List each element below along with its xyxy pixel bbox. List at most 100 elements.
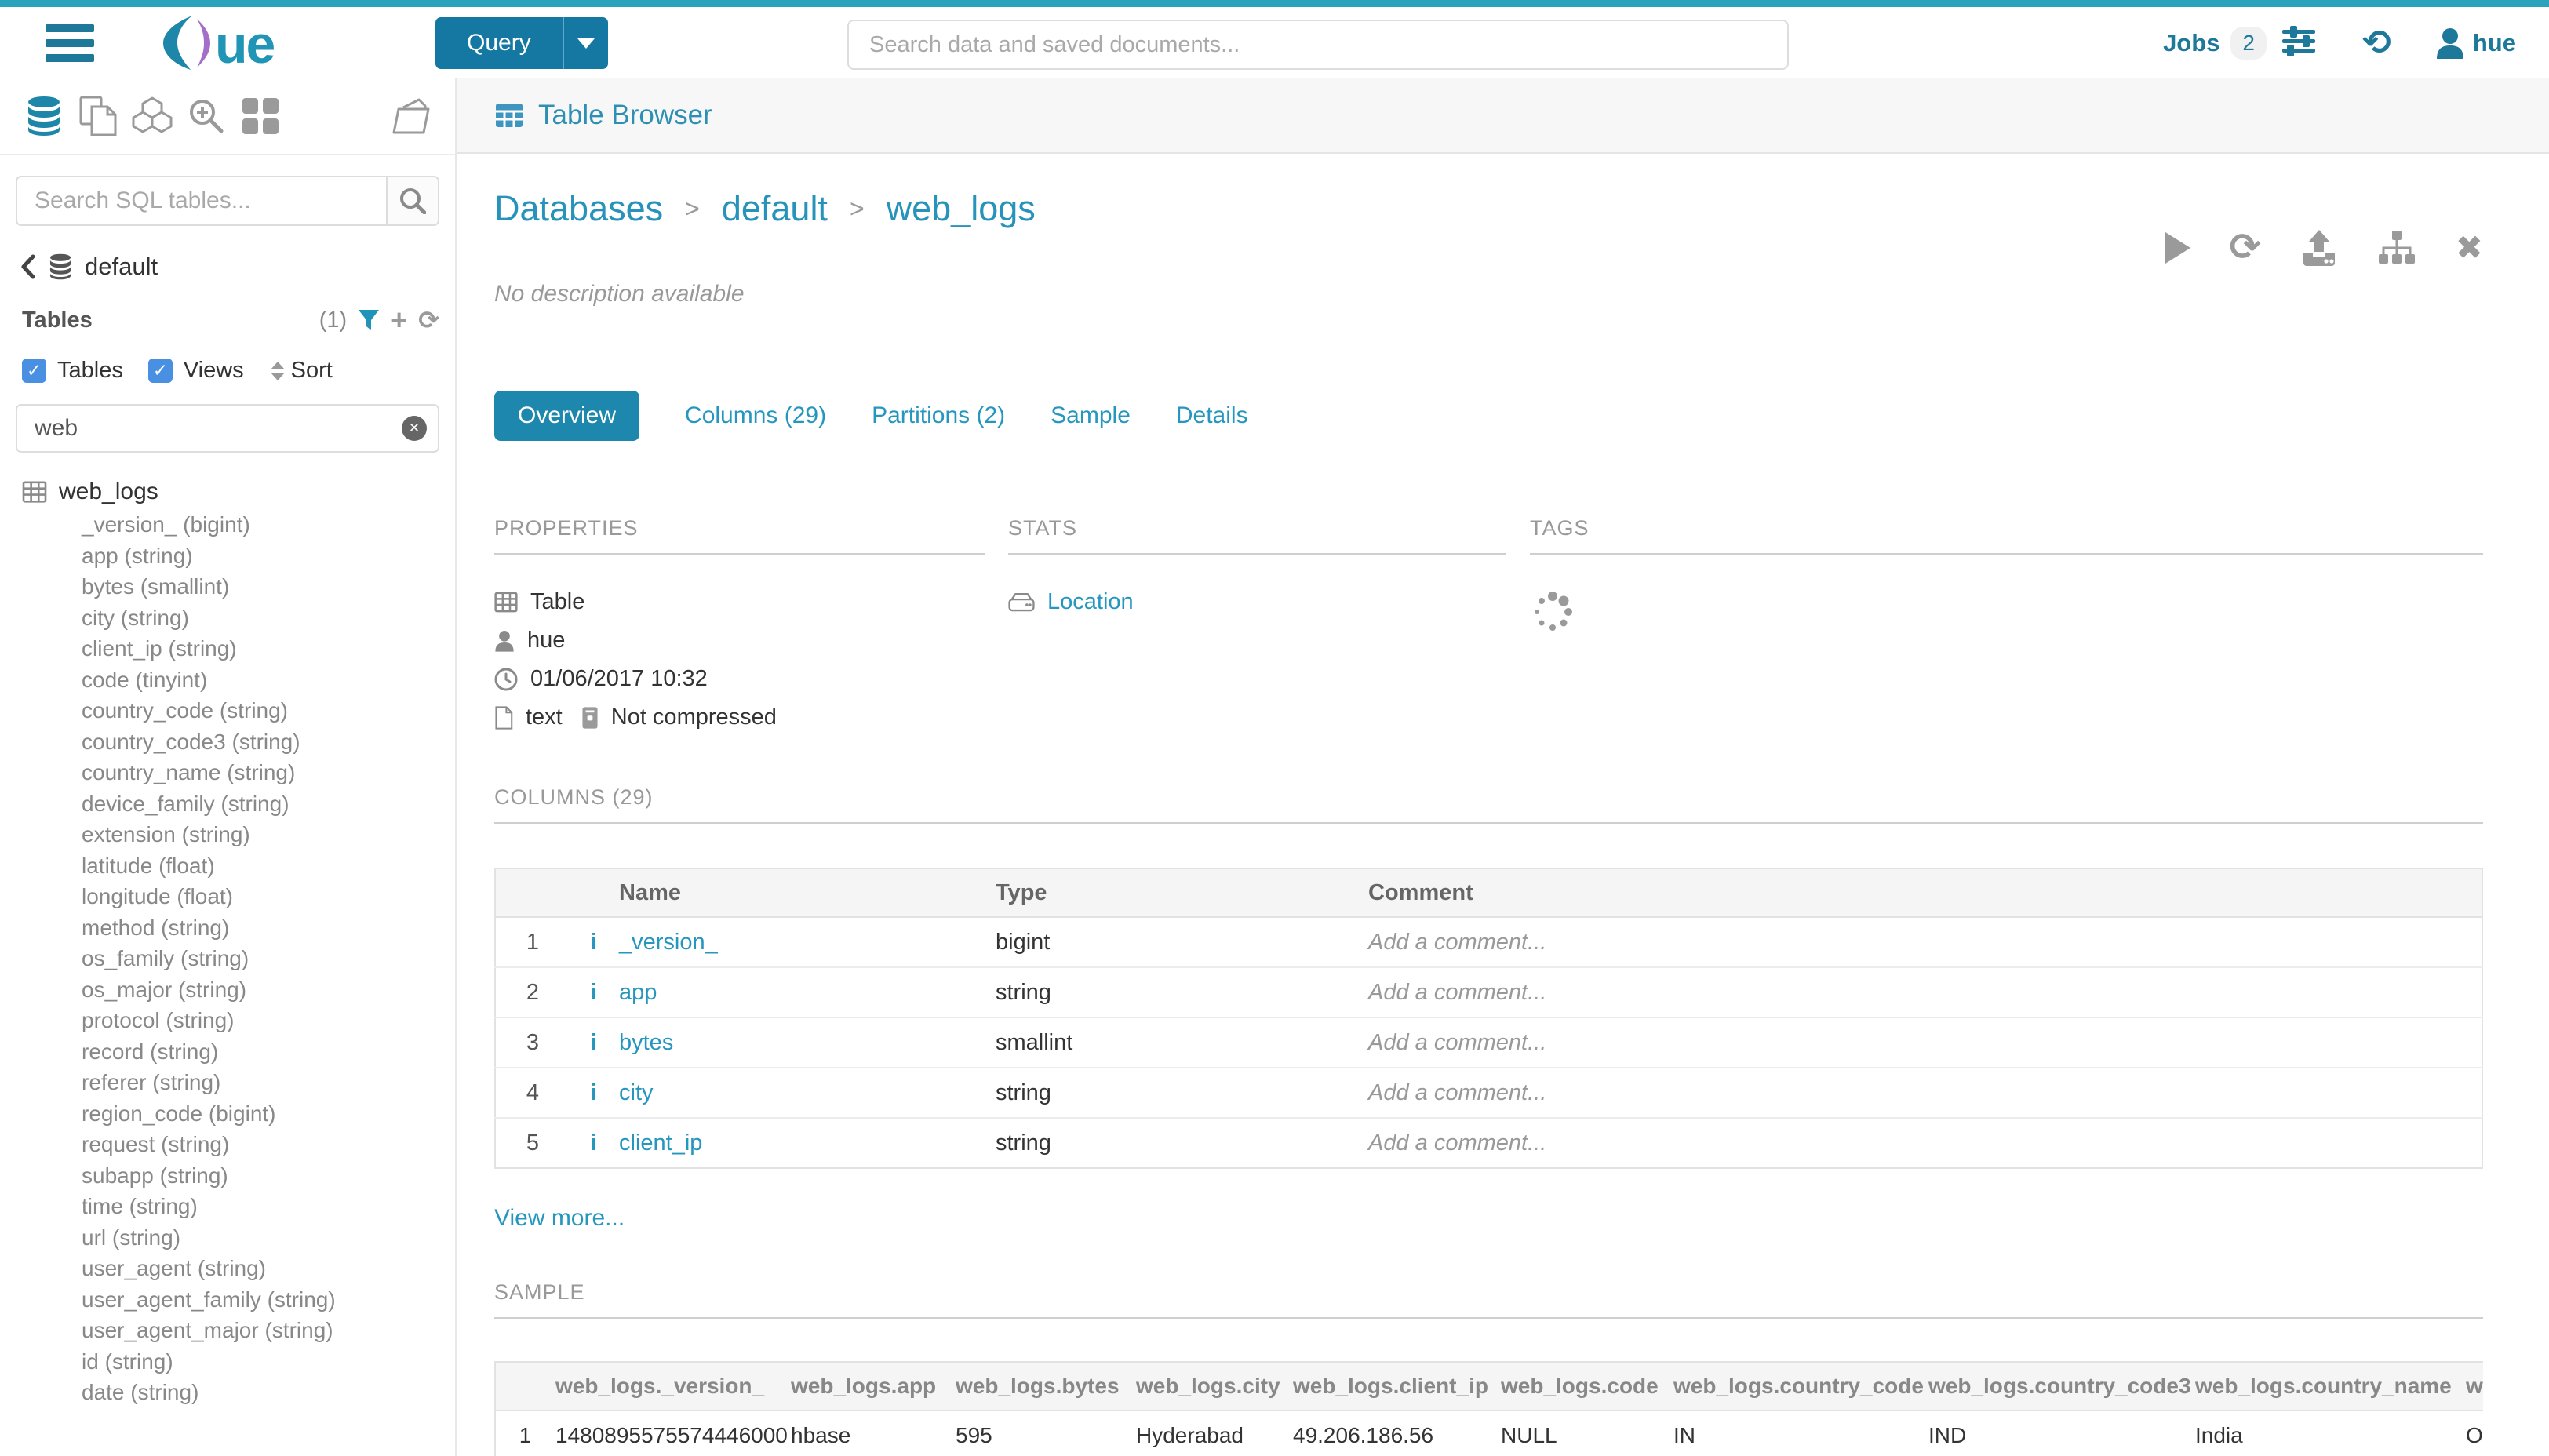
- column-list-item[interactable]: user_agent_family (string): [0, 1284, 455, 1316]
- sample-header: web_logs.country_name: [2194, 1362, 2465, 1410]
- column-list-item[interactable]: record (string): [0, 1036, 455, 1068]
- column-list-item[interactable]: user_agent (string): [0, 1253, 455, 1284]
- column-list-item[interactable]: extension (string): [0, 819, 455, 850]
- property-created-value: 01/06/2017 10:32: [530, 666, 708, 692]
- refresh-icon[interactable]: ⟳: [2230, 229, 2261, 267]
- column-info-icon[interactable]: i: [570, 917, 618, 967]
- breadcrumb-table[interactable]: web_logs: [887, 188, 1036, 229]
- column-list-item[interactable]: date (string): [0, 1377, 455, 1408]
- hamburger-menu-icon[interactable]: [46, 24, 94, 62]
- column-list-item[interactable]: longitude (float): [0, 881, 455, 912]
- column-list-item[interactable]: client_ip (string): [0, 633, 455, 664]
- sql-databases-icon[interactable]: [24, 96, 64, 136]
- tab-details[interactable]: Details: [1176, 402, 1248, 429]
- column-list-item[interactable]: city (string): [0, 602, 455, 634]
- apps-grid-icon[interactable]: [240, 96, 281, 136]
- column-info-icon[interactable]: i: [570, 1068, 618, 1118]
- column-list-item[interactable]: id (string): [0, 1346, 455, 1378]
- lineage-sitemap-icon[interactable]: [2377, 231, 2416, 265]
- tables-checkbox[interactable]: [22, 359, 46, 383]
- file-icon: [494, 706, 513, 730]
- sql-tables-search-input[interactable]: [16, 176, 386, 226]
- column-name-link[interactable]: city: [618, 1068, 995, 1118]
- breadcrumb-database[interactable]: default: [722, 188, 828, 229]
- chevron-left-icon[interactable]: [20, 254, 36, 279]
- current-database-name[interactable]: default: [85, 253, 158, 281]
- column-list-item[interactable]: referer (string): [0, 1067, 455, 1098]
- views-checkbox[interactable]: [148, 359, 173, 383]
- column-info-icon[interactable]: i: [570, 967, 618, 1017]
- clear-filter-icon[interactable]: ✕: [402, 416, 427, 441]
- tables-checkbox-label[interactable]: Tables: [57, 358, 123, 384]
- projects-folder-icon[interactable]: [391, 96, 432, 136]
- filter-funnel-icon[interactable]: [358, 310, 380, 331]
- location-link[interactable]: Location: [1047, 589, 1134, 615]
- column-comment-field[interactable]: Add a comment...: [1367, 917, 2482, 967]
- refresh-tables-icon[interactable]: ⟳: [418, 308, 439, 333]
- sort-control[interactable]: Sort: [271, 358, 333, 384]
- column-list-item[interactable]: _version_ (bigint): [0, 509, 455, 541]
- table-list-item[interactable]: web_logs: [0, 475, 455, 509]
- column-list-item[interactable]: protocol (string): [0, 1005, 455, 1036]
- tab-sample[interactable]: Sample: [1051, 402, 1131, 429]
- column-comment-field[interactable]: Add a comment...: [1367, 967, 2482, 1017]
- table-filter-input[interactable]: [16, 404, 439, 453]
- column-name-link[interactable]: client_ip: [618, 1118, 995, 1168]
- column-comment-field[interactable]: Add a comment...: [1367, 1068, 2482, 1118]
- columns-heading: COLUMNS (29): [494, 785, 2483, 824]
- views-checkbox-label[interactable]: Views: [184, 358, 244, 384]
- column-list-item[interactable]: bytes (smallint): [0, 571, 455, 602]
- column-list-item[interactable]: app (string): [0, 541, 455, 572]
- sliders-icon[interactable]: [2281, 25, 2317, 60]
- tab-overview[interactable]: Overview: [494, 391, 639, 441]
- column-list-item[interactable]: request (string): [0, 1129, 455, 1160]
- sql-tables-search-button[interactable]: [386, 176, 439, 226]
- column-comment-field[interactable]: Add a comment...: [1367, 1017, 2482, 1068]
- search-zoom-icon[interactable]: [186, 96, 227, 136]
- jobs-link[interactable]: Jobs: [2163, 29, 2219, 57]
- column-info-icon[interactable]: i: [570, 1118, 618, 1168]
- query-split-button[interactable]: Query: [435, 17, 608, 69]
- column-list-item[interactable]: latitude (float): [0, 850, 455, 882]
- view-more-link[interactable]: View more...: [494, 1205, 625, 1231]
- query-dropdown-toggle[interactable]: [563, 17, 608, 69]
- sample-table-scroll-area[interactable]: web_logs._version_ web_logs.app web_logs…: [494, 1361, 2483, 1456]
- column-list-item[interactable]: url (string): [0, 1222, 455, 1254]
- user-menu[interactable]: hue: [2435, 27, 2516, 59]
- jobs-count-badge[interactable]: 2: [2230, 27, 2267, 60]
- documents-icon[interactable]: [78, 96, 118, 136]
- column-list-item[interactable]: time (string): [0, 1191, 455, 1222]
- column-name-link[interactable]: app: [618, 967, 995, 1017]
- cubes-icon[interactable]: [132, 96, 173, 136]
- close-icon[interactable]: ✖: [2456, 231, 2483, 264]
- column-list-item[interactable]: country_code3 (string): [0, 726, 455, 758]
- global-search-input[interactable]: [847, 20, 1789, 70]
- column-comment-field[interactable]: Add a comment...: [1367, 1118, 2482, 1168]
- column-list-item[interactable]: subapp (string): [0, 1160, 455, 1192]
- column-name-link[interactable]: _version_: [618, 917, 995, 967]
- query-button-label[interactable]: Query: [435, 17, 563, 69]
- breadcrumb-databases[interactable]: Databases: [494, 188, 663, 229]
- column-list-item[interactable]: region_code (bigint): [0, 1098, 455, 1130]
- history-icon[interactable]: ⟲: [2362, 26, 2391, 60]
- column-name-link[interactable]: bytes: [618, 1017, 995, 1068]
- column-list-item[interactable]: code (tinyint): [0, 664, 455, 696]
- add-table-icon[interactable]: +: [391, 306, 407, 334]
- column-list-item[interactable]: os_family (string): [0, 943, 455, 974]
- tab-partitions[interactable]: Partitions (2): [872, 402, 1005, 429]
- hdd-icon: [1008, 592, 1035, 613]
- column-list-item[interactable]: method (string): [0, 912, 455, 944]
- hue-logo[interactable]: ue: [157, 13, 349, 76]
- column-list-item[interactable]: country_code (string): [0, 695, 455, 726]
- column-list-item[interactable]: device_family (string): [0, 788, 455, 820]
- column-list-item[interactable]: os_major (string): [0, 974, 455, 1006]
- tab-columns[interactable]: Columns (29): [685, 402, 826, 429]
- import-data-icon[interactable]: [2300, 230, 2338, 266]
- properties-heading: PROPERTIES: [494, 516, 985, 555]
- query-table-button[interactable]: [2165, 232, 2190, 264]
- column-list-item[interactable]: country_name (string): [0, 757, 455, 788]
- table-description[interactable]: No description available: [494, 281, 2483, 308]
- column-info-icon[interactable]: i: [570, 1017, 618, 1068]
- sort-label: Sort: [291, 358, 333, 384]
- column-list-item[interactable]: user_agent_major (string): [0, 1315, 455, 1346]
